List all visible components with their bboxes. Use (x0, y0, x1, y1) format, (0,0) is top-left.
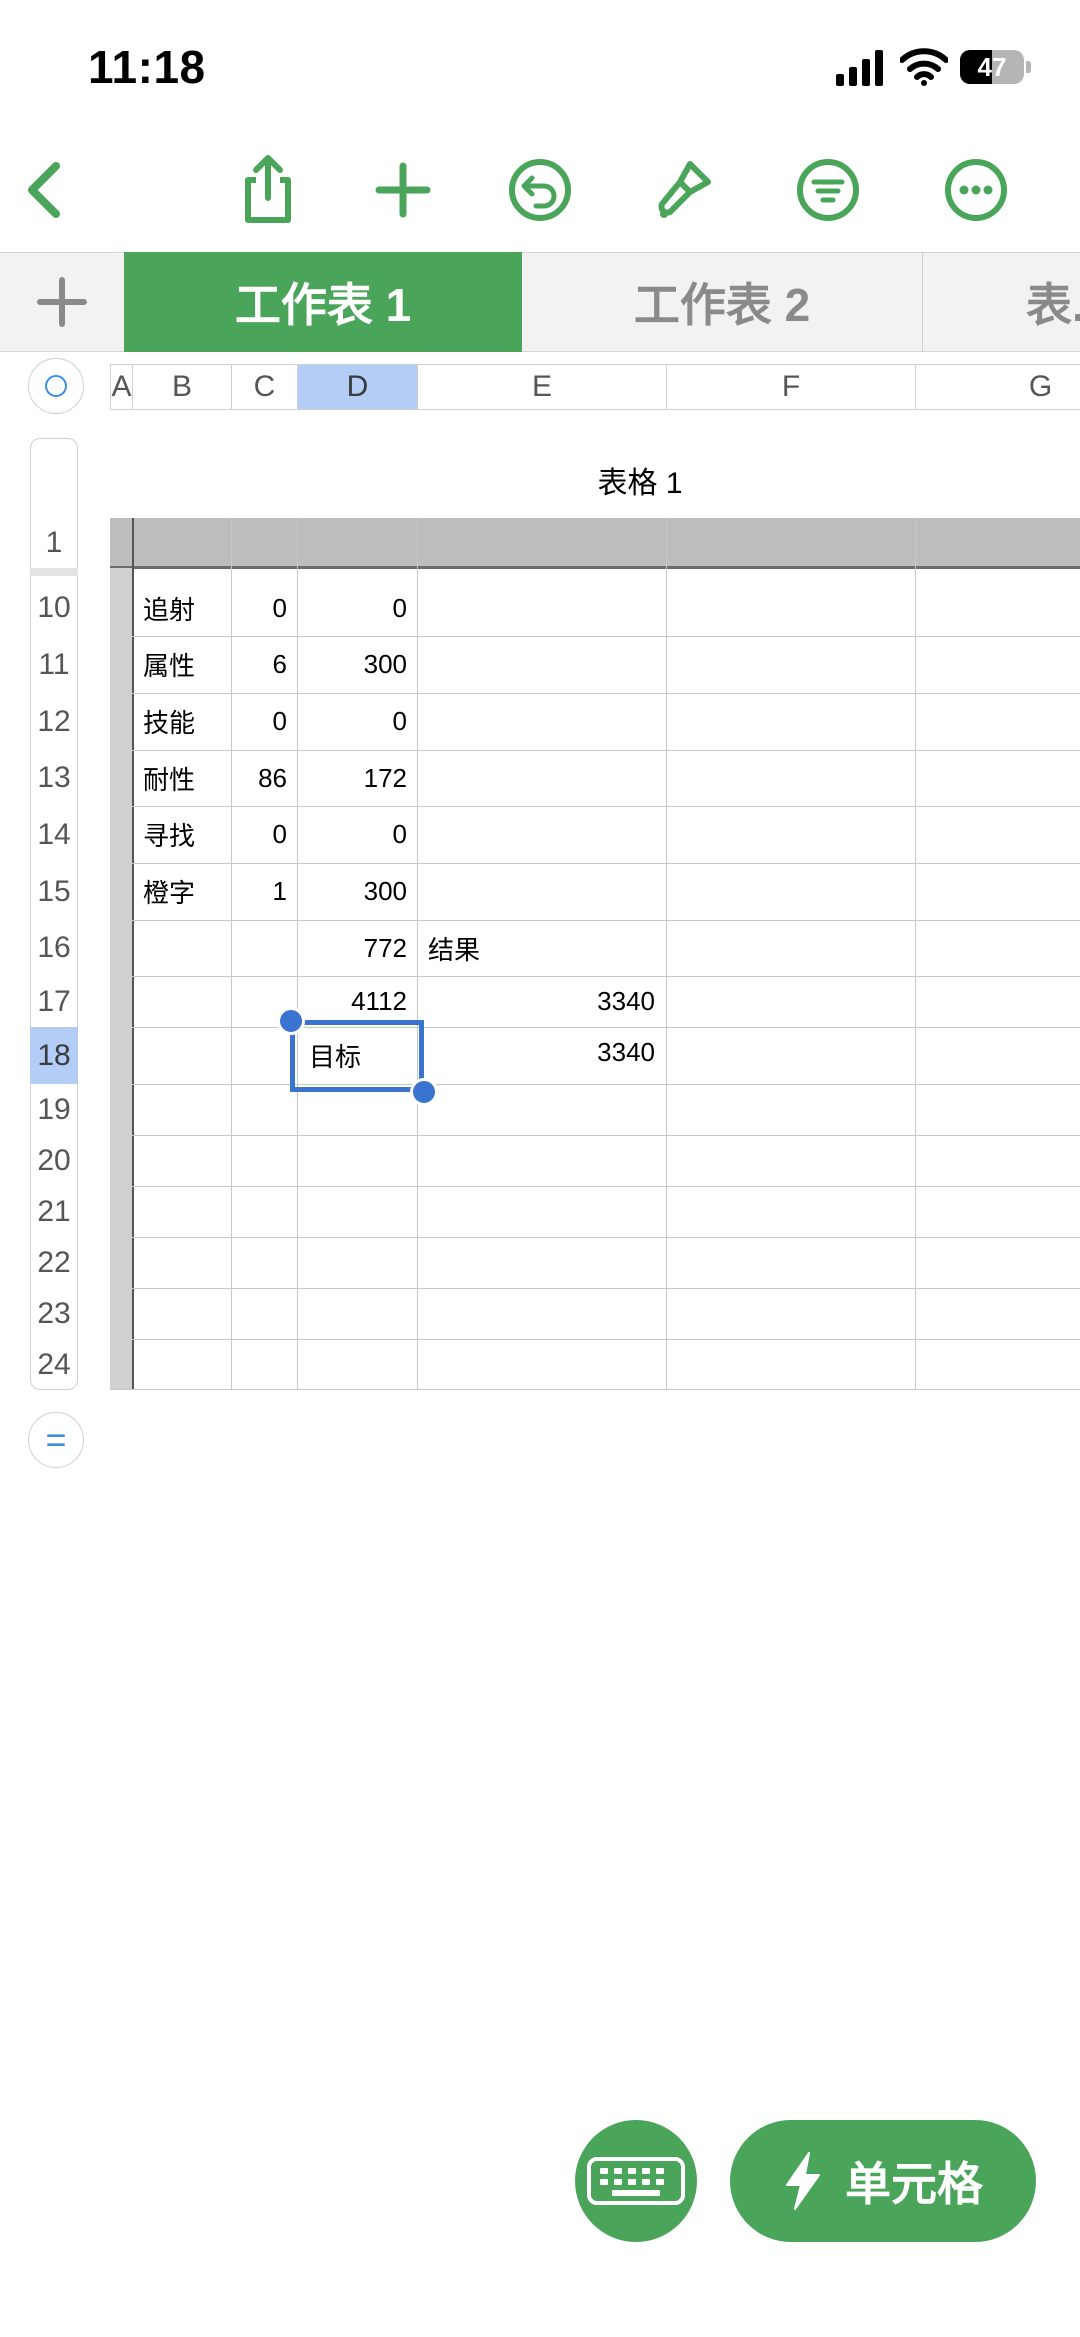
cell-actions-button[interactable]: 单元格 (730, 2120, 1036, 2242)
filter-icon (797, 159, 859, 221)
format-brush-icon (658, 161, 711, 218)
table-header-row[interactable] (110, 518, 1080, 568)
select-all-button[interactable] (28, 358, 84, 414)
undo-icon (509, 159, 571, 221)
grid-line (666, 518, 667, 1390)
add-sheet-icon (37, 277, 87, 327)
row-header-17[interactable]: 17 (30, 976, 78, 1027)
battery-level: 47 (977, 51, 1007, 82)
cellular-signal-icon (836, 50, 883, 86)
grid-line (132, 1339, 1080, 1340)
row-header-20[interactable]: 20 (30, 1135, 78, 1186)
grid-line (915, 518, 916, 1390)
undo-button[interactable] (498, 148, 582, 232)
sort-filter-button[interactable] (786, 148, 870, 232)
selection-handle-top-left[interactable] (277, 1007, 305, 1035)
grid-line (132, 1288, 1080, 1289)
row-header-21[interactable]: 21 (30, 1186, 78, 1237)
more-icon (945, 159, 1007, 221)
share-button[interactable] (226, 148, 310, 232)
cell-b14[interactable]: 寻找 (143, 806, 195, 863)
row-header-18[interactable]: 18 (30, 1027, 78, 1084)
cell-d13[interactable]: 172 (297, 750, 407, 806)
equals-icon: = (45, 1419, 67, 1460)
column-header-d[interactable]: D (298, 365, 418, 409)
column-header-a[interactable]: A (111, 365, 133, 409)
cell-d10[interactable]: 0 (297, 580, 407, 636)
row-header-22[interactable]: 22 (30, 1237, 78, 1288)
row-header-11[interactable]: 11 (30, 636, 78, 693)
cell-c13[interactable]: 86 (231, 750, 287, 806)
row-header-1[interactable]: 1 (30, 518, 78, 568)
back-button[interactable] (4, 148, 88, 232)
cell-c10[interactable]: 0 (231, 580, 287, 636)
cell-c14[interactable]: 0 (231, 806, 287, 863)
table-title[interactable]: 表格 1 (540, 458, 740, 502)
cell-c12[interactable]: 0 (231, 693, 287, 750)
cell-b15[interactable]: 橙字 (143, 863, 195, 920)
column-header-e[interactable]: E (418, 365, 667, 409)
add-row-button[interactable]: = (28, 1412, 84, 1468)
tab-sheet-1[interactable]: 工作表 1 (124, 252, 522, 352)
battery-icon: 47 (960, 48, 1032, 88)
tab-sheet-3[interactable]: 表... (922, 252, 1080, 352)
cell-c15[interactable]: 1 (231, 863, 287, 920)
column-header-f[interactable]: F (667, 365, 916, 409)
cell-b10[interactable]: 追射 (143, 580, 195, 636)
lightning-icon (786, 2152, 820, 2210)
row-header-16[interactable]: 16 (30, 920, 78, 976)
row-header-19[interactable]: 19 (30, 1084, 78, 1135)
cell-b12[interactable]: 技能 (143, 693, 195, 750)
row-header-12[interactable]: 12 (30, 693, 78, 750)
column-header-g[interactable]: G (916, 365, 1080, 409)
grid-line (132, 1237, 1080, 1238)
keyboard-icon (587, 2157, 685, 2205)
more-button[interactable] (934, 148, 1018, 232)
add-icon (375, 162, 431, 218)
keyboard-button[interactable] (575, 2120, 697, 2242)
wifi-icon (900, 48, 948, 86)
row-header-13[interactable]: 13 (30, 750, 78, 806)
row-header-15[interactable]: 15 (30, 863, 78, 920)
row-header-10[interactable]: 10 (30, 580, 78, 636)
column-header-c[interactable]: C (232, 365, 298, 409)
cell-e18[interactable]: 3340 (428, 1027, 655, 1078)
grid-line (110, 1389, 1080, 1390)
select-all-icon (45, 375, 67, 397)
cell-b11[interactable]: 属性 (143, 636, 195, 693)
column-header-b[interactable]: B (133, 365, 232, 409)
column-header-bar: A B C D E F G (110, 364, 1080, 410)
share-icon (245, 155, 291, 223)
format-button[interactable] (642, 148, 726, 232)
grid-line (132, 920, 1080, 921)
header-row-divider (110, 566, 1080, 569)
grid-line (132, 1084, 1080, 1085)
grid-line (132, 1186, 1080, 1187)
grid-line (417, 518, 418, 1390)
cell-d15[interactable]: 300 (297, 863, 407, 920)
add-button[interactable] (361, 148, 445, 232)
cell-selection-box[interactable] (290, 1020, 424, 1092)
add-sheet-button[interactable] (0, 252, 125, 352)
row-header-14[interactable]: 14 (30, 806, 78, 863)
row-header-23[interactable]: 23 (30, 1288, 78, 1339)
back-icon (28, 162, 60, 218)
row-header-24[interactable]: 24 (30, 1339, 78, 1390)
status-time: 11:18 (88, 41, 206, 93)
frozen-rows-divider (30, 568, 78, 576)
cell-d16[interactable]: 772 (297, 920, 407, 976)
grid-line (132, 518, 134, 1390)
selection-handle-bottom-right[interactable] (410, 1078, 438, 1106)
grid-line (132, 1135, 1080, 1136)
cell-actions-label: 单元格 (845, 2158, 983, 2210)
cell-e16[interactable]: 结果 (428, 920, 480, 976)
cell-e17[interactable]: 3340 (428, 976, 655, 1027)
tab-sheet-2[interactable]: 工作表 2 (522, 252, 923, 352)
cell-c11[interactable]: 6 (231, 636, 287, 693)
cell-d12[interactable]: 0 (297, 693, 407, 750)
column-a-strip (110, 568, 132, 1390)
cell-d11[interactable]: 300 (297, 636, 407, 693)
cell-d14[interactable]: 0 (297, 806, 407, 863)
cell-b13[interactable]: 耐性 (143, 750, 195, 806)
